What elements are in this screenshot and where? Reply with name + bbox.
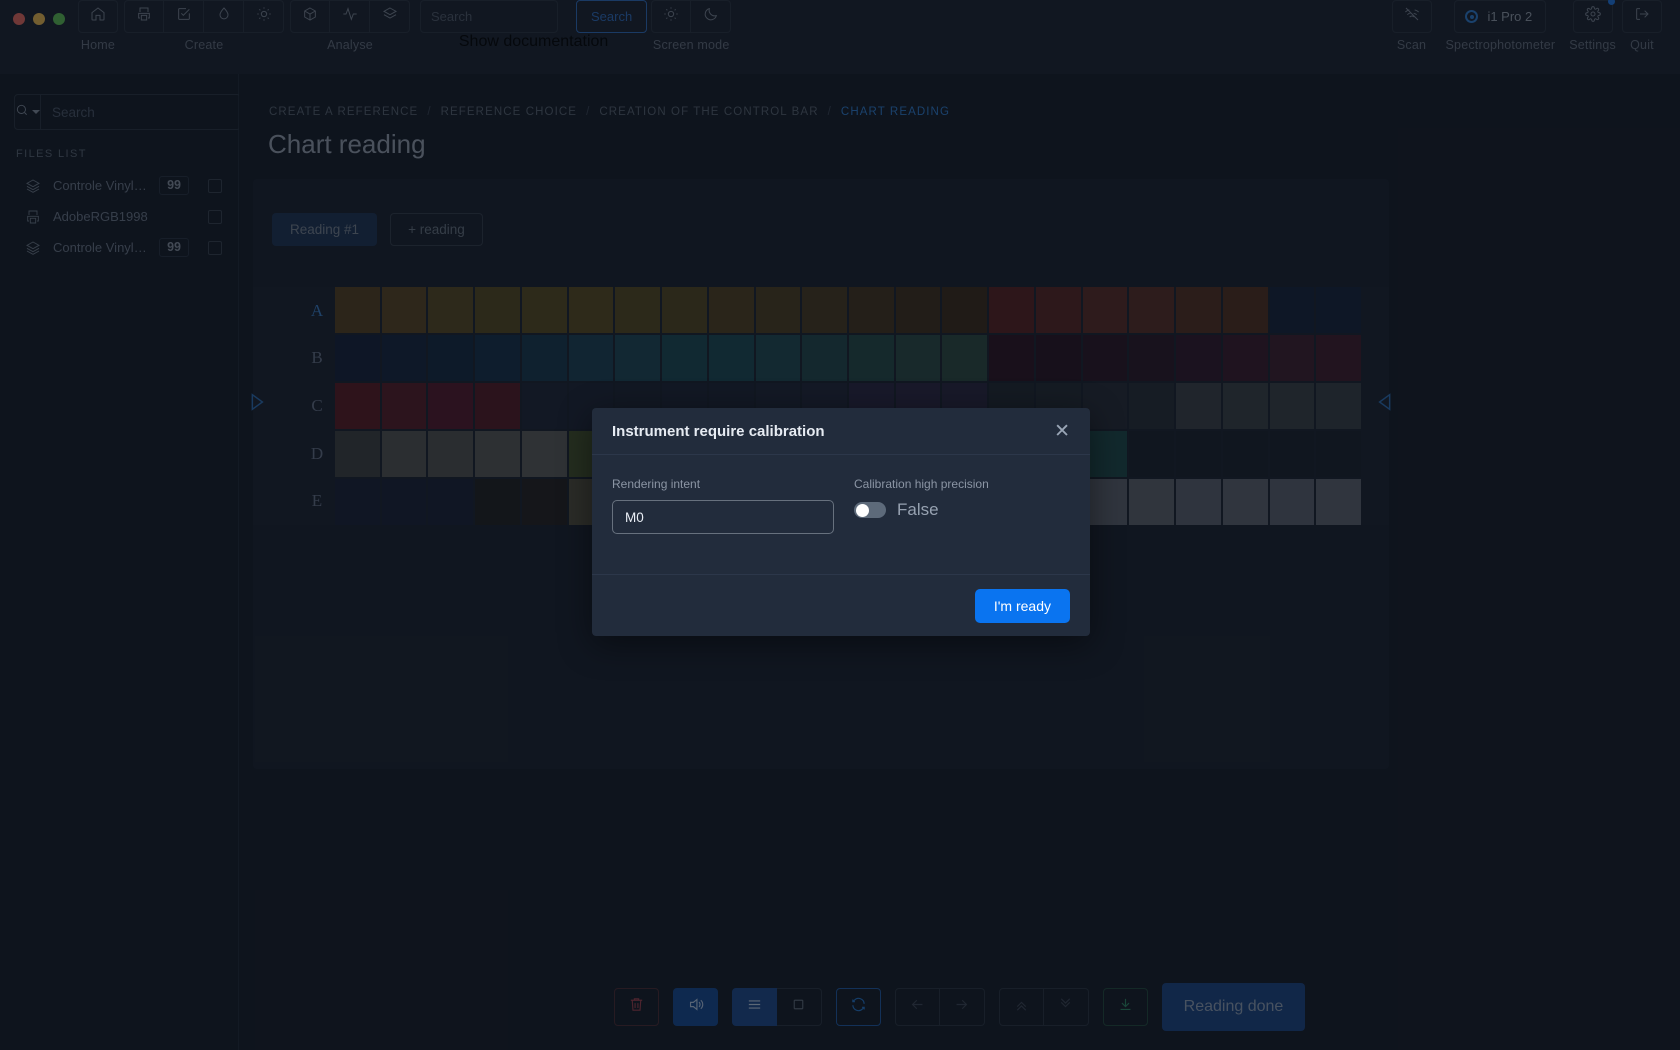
high-precision-toggle[interactable]: [854, 502, 886, 518]
high-precision-toggle-row: False: [854, 500, 1070, 520]
modal-footer: I'm ready: [592, 575, 1090, 636]
close-icon[interactable]: ✕: [1054, 422, 1070, 441]
im-ready-button[interactable]: I'm ready: [974, 588, 1070, 623]
modal-title: Instrument require calibration: [612, 422, 825, 440]
rendering-intent-input[interactable]: [612, 500, 834, 534]
calibration-modal: Instrument require calibration ✕ Renderi…: [592, 408, 1090, 636]
high-precision-label: Calibration high precision: [854, 477, 989, 491]
high-precision-field: Calibration high precision False: [854, 477, 1070, 574]
modal-body: Rendering intent Calibration high precis…: [592, 455, 1090, 575]
rendering-intent-label: Rendering intent: [612, 477, 701, 491]
modal-header: Instrument require calibration ✕: [592, 408, 1090, 455]
high-precision-value: False: [897, 500, 939, 519]
rendering-intent-field: Rendering intent: [612, 477, 834, 574]
